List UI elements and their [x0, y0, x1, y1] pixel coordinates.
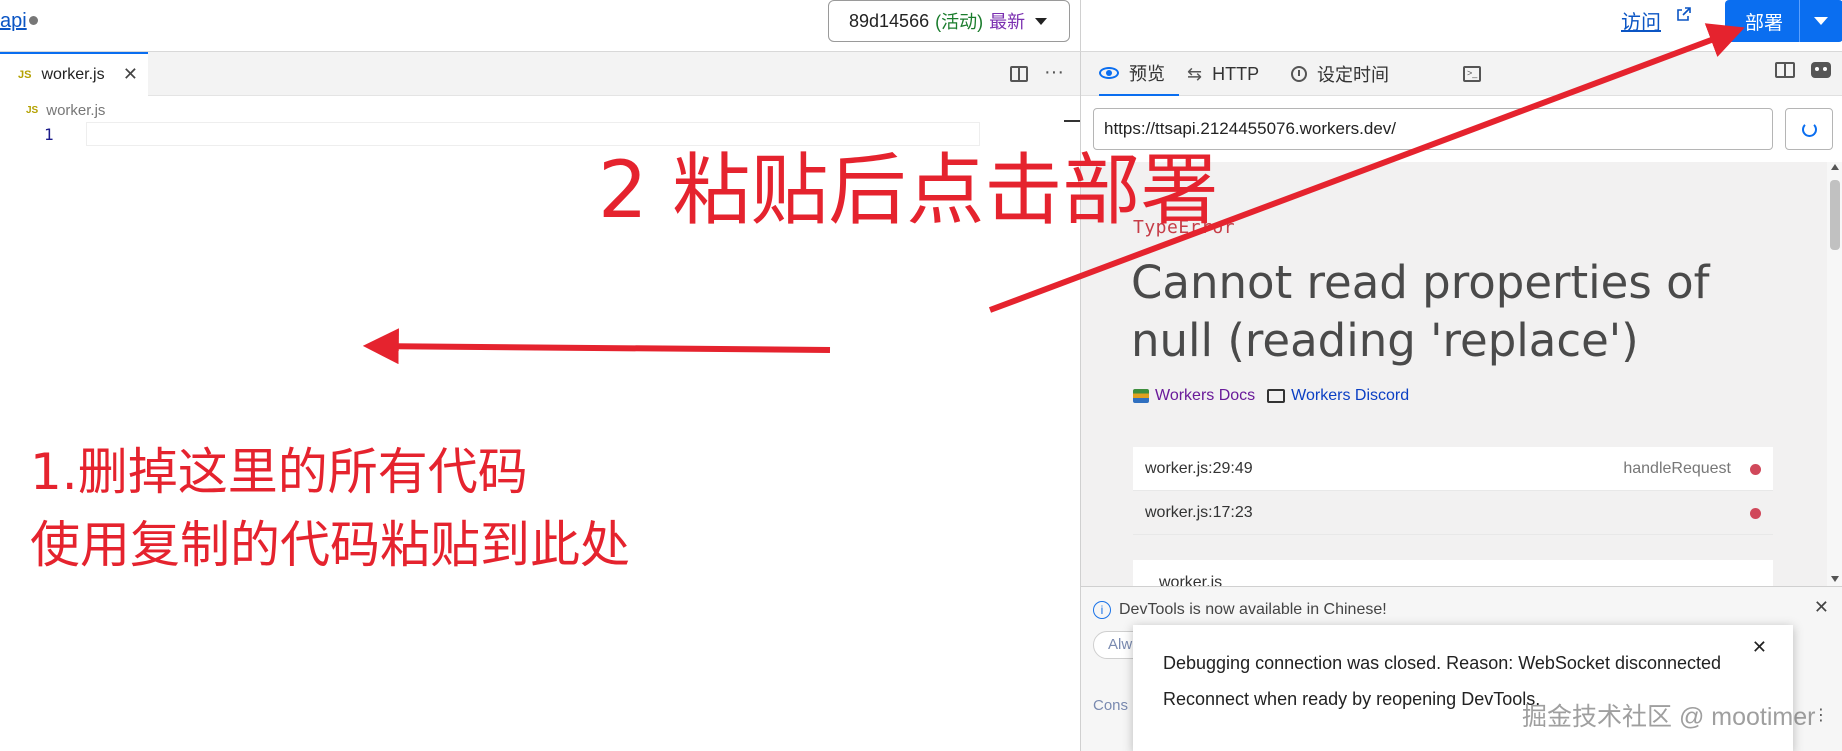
docs-stack-icon — [1133, 389, 1149, 403]
console-tab[interactable]: Cons — [1093, 697, 1128, 714]
discord-icon[interactable] — [1811, 62, 1831, 78]
source-code-card: worker.js — [1133, 560, 1773, 586]
scroll-down-icon[interactable] — [1831, 576, 1839, 582]
eye-icon — [1099, 67, 1119, 79]
tab-terminal[interactable]: >_ — [1463, 52, 1481, 96]
tab-preview[interactable]: 预览 — [1099, 52, 1179, 96]
version-hash: 89d14566 — [849, 10, 930, 31]
tab-schedule-label: 设定时间 — [1317, 65, 1389, 85]
workers-docs-label: Workers Docs — [1155, 387, 1256, 404]
refresh-button[interactable] — [1785, 108, 1833, 150]
preview-right-icons — [1775, 62, 1831, 78]
preview-top-bar: 访问 部署 — [1080, 0, 1842, 52]
split-editor-icon[interactable] — [1010, 66, 1029, 82]
tab-schedule[interactable]: 设定时间 — [1291, 52, 1389, 96]
workers-discord-link[interactable]: Workers Discord — [1267, 387, 1409, 405]
editor-scroll-marker — [1064, 120, 1080, 122]
file-breadcrumb[interactable]: JS worker.js — [26, 102, 105, 119]
line-number: 1 — [44, 125, 54, 144]
tab-preview-label: 预览 — [1129, 64, 1165, 84]
tab-http[interactable]: ⇆ HTTP — [1187, 52, 1259, 96]
error-links: Workers Docs Workers Discord — [1133, 387, 1409, 405]
external-link-icon — [1677, 7, 1691, 21]
close-icon[interactable]: ✕ — [1752, 637, 1767, 658]
close-icon[interactable]: ✕ — [1814, 597, 1829, 618]
source-file-label: worker.js — [1159, 574, 1223, 586]
preview-tab-bar: 预览 ⇆ HTTP 设定时间 >_ — [1081, 52, 1842, 96]
chevron-down-icon — [1814, 17, 1828, 25]
devtools-language-banner: i DevTools is now available in Chinese! — [1093, 601, 1387, 619]
stack-function: handleRequest — [1623, 459, 1731, 477]
js-file-icon: JS — [26, 105, 39, 116]
version-latest: 最新 — [989, 12, 1026, 32]
swap-arrows-icon: ⇆ — [1187, 63, 1203, 84]
more-icon[interactable]: ··· — [1044, 62, 1064, 82]
clock-icon — [1291, 66, 1307, 82]
terminal-icon: >_ — [1463, 66, 1481, 82]
annotation-step-1-line-1: 1.删掉这里的所有代码 — [30, 443, 528, 501]
info-icon: i — [1093, 601, 1111, 619]
docs-book-icon[interactable] — [1775, 62, 1795, 78]
breadcrumb-file-label: worker.js — [46, 102, 106, 119]
annotation-step-1-line-2: 使用复制的代码粘贴到此处 — [30, 516, 630, 574]
dialog-hint: Reconnect when ready by reopening DevToo… — [1163, 689, 1541, 709]
devtools-banner-text: DevTools is now available in Chinese! — [1119, 601, 1387, 618]
workers-discord-label: Workers Discord — [1291, 387, 1410, 404]
chevron-down-icon — [1035, 18, 1047, 25]
version-status: (活动) — [935, 12, 984, 32]
editor-top-bar: api 89d14566 (活动) 最新 — [0, 0, 1080, 52]
scroll-thumb[interactable] — [1830, 180, 1840, 250]
tab-worker-js[interactable]: JS worker.js ✕ — [0, 52, 148, 96]
visit-link[interactable]: 访问 — [1621, 6, 1661, 35]
scroll-up-icon[interactable] — [1831, 164, 1839, 170]
status-dot — [29, 16, 38, 25]
refresh-icon — [1802, 122, 1817, 137]
version-select[interactable]: 89d14566 (活动) 最新 — [828, 0, 1070, 42]
deploy-options-button[interactable] — [1799, 0, 1842, 42]
stack-frame[interactable]: worker.js:17:23 — [1133, 491, 1773, 535]
app-root: api 89d14566 (活动) 最新 访问 部署 JS worker.js … — [0, 0, 1842, 751]
watermark: 掘金技术社区 @ mootimer — [1522, 703, 1816, 731]
error-message: Cannot read properties of null (reading … — [1131, 256, 1710, 367]
tab-http-label: HTTP — [1212, 63, 1260, 84]
annotation-step-2: 2 粘贴后点击部署 — [598, 146, 1219, 236]
stack-frame[interactable]: worker.js:29:49 handleRequest — [1133, 447, 1773, 491]
stack-location: worker.js:17:23 — [1145, 503, 1253, 521]
workers-docs-link[interactable]: Workers Docs — [1133, 387, 1255, 405]
error-dot-icon — [1750, 464, 1761, 475]
chat-icon — [1267, 389, 1286, 403]
js-file-icon: JS — [18, 69, 32, 81]
worker-name-breadcrumb[interactable]: api — [0, 10, 27, 33]
preview-scrollbar[interactable] — [1827, 162, 1842, 586]
editor-actions: ··· — [1010, 62, 1064, 82]
stack-trace: worker.js:29:49 handleRequest worker.js:… — [1133, 447, 1773, 535]
error-dot-icon — [1750, 508, 1761, 519]
editor-tab-bar: JS worker.js ✕ ··· — [0, 52, 1080, 96]
close-icon[interactable]: ✕ — [123, 64, 138, 85]
dialog-message: Debugging connection was closed. Reason:… — [1163, 653, 1722, 673]
stack-location: worker.js:29:49 — [1145, 459, 1253, 477]
tab-label: worker.js — [41, 66, 105, 83]
